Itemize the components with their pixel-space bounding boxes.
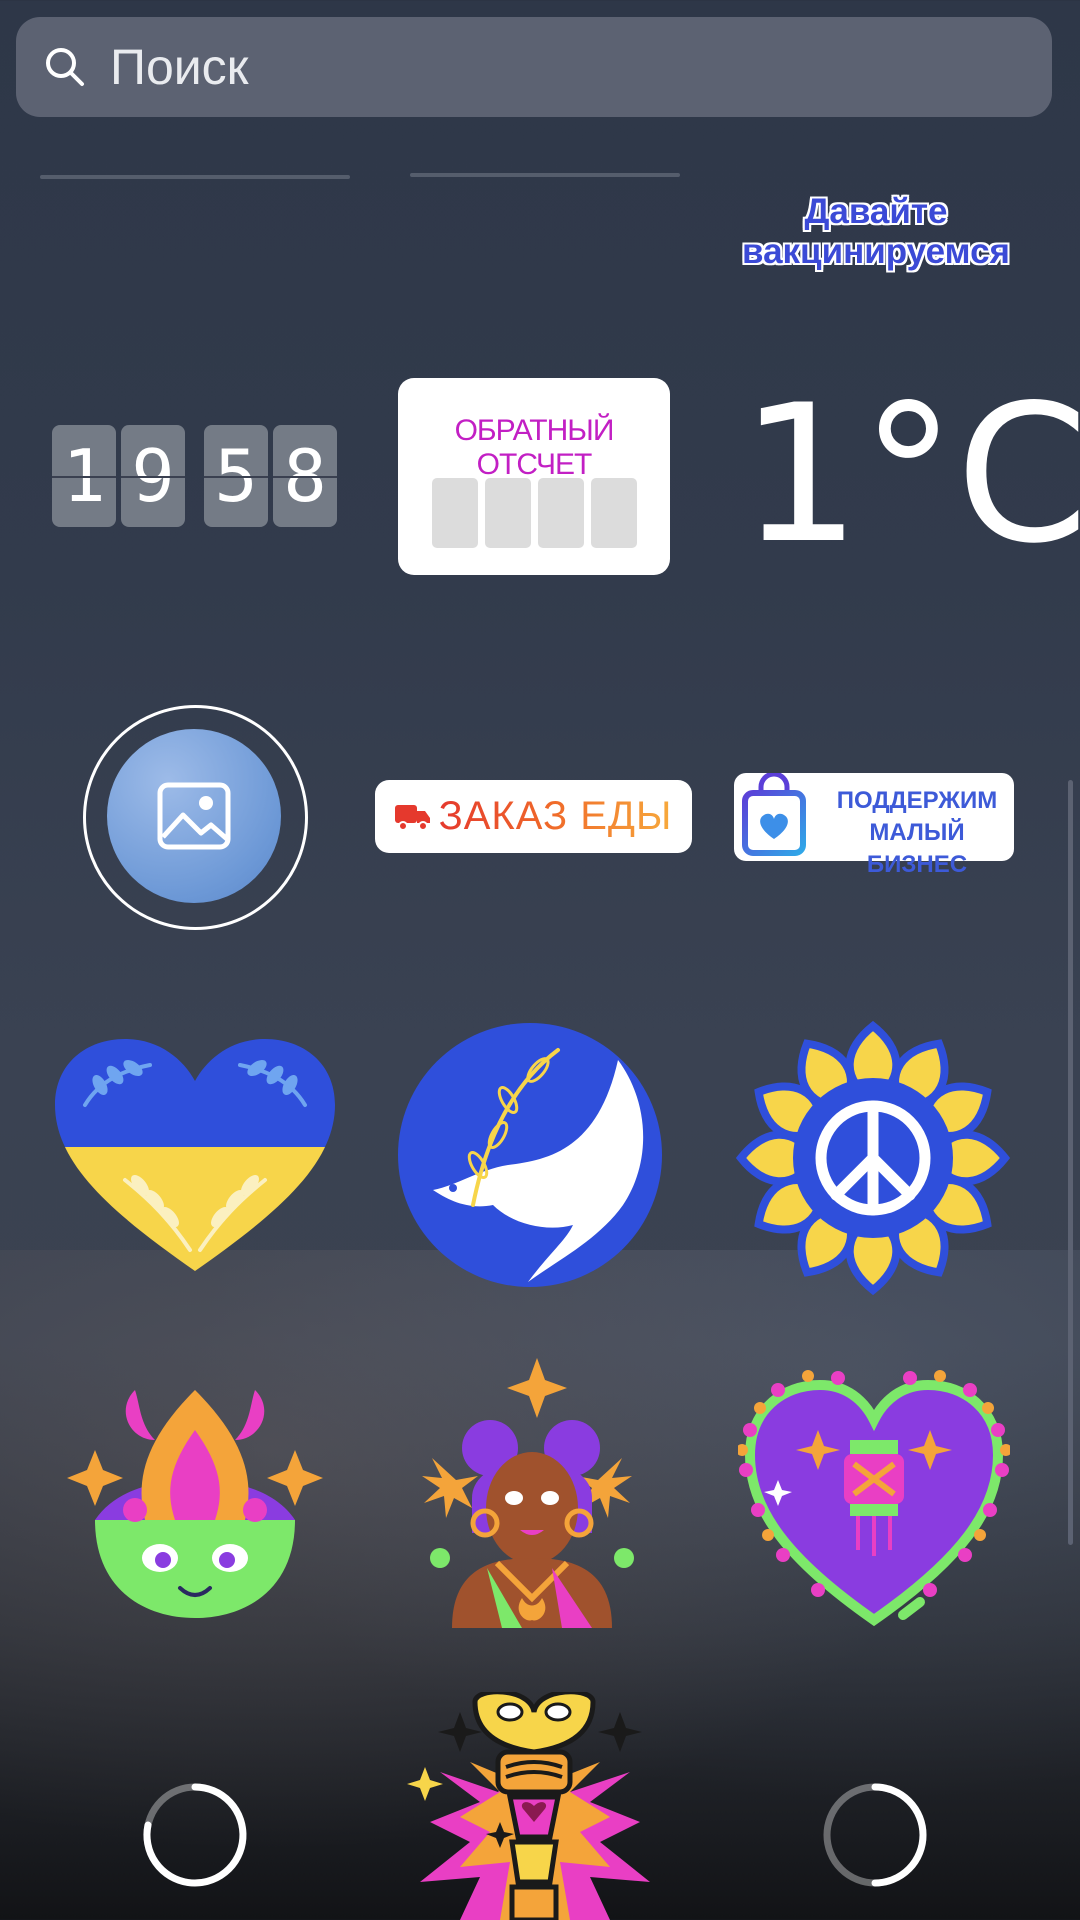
countdown-sticker[interactable]: ОБРАТНЫЙ ОТСЧЕТ	[398, 378, 670, 575]
scrollbar[interactable]	[1068, 780, 1073, 1545]
search-bar[interactable]: Поиск	[16, 17, 1052, 117]
flip-clock-sticker[interactable]: 1 9 5 8	[52, 425, 342, 527]
small-business-sticker[interactable]: ПОДДЕРЖИМ МАЛЫЙ БИЗНЕС	[734, 773, 1014, 878]
diwali-woman-icon[interactable]	[412, 1358, 652, 1633]
partial-sticker-edge	[410, 173, 680, 177]
photo-sticker[interactable]	[107, 729, 281, 903]
search-input[interactable]: Поиск	[110, 38, 249, 96]
diwali-flame-icon[interactable]	[55, 1370, 335, 1620]
loading-spinner	[143, 1783, 247, 1887]
countdown-boxes	[432, 478, 644, 548]
search-icon	[46, 48, 84, 86]
clock-digit: 1	[52, 425, 116, 527]
peace-flower-icon[interactable]	[735, 1020, 1011, 1296]
clock-digit: 5	[204, 425, 268, 527]
vaccine-sticker[interactable]: Давайте вакцинируемся	[716, 192, 1036, 272]
dove-icon[interactable]	[398, 1020, 673, 1295]
small-business-text: ПОДДЕРЖИМ МАЛЫЙ БИЗНЕС	[836, 787, 998, 878]
shopping-bag-icon	[742, 773, 806, 856]
diwali-lantern-heart-icon[interactable]	[738, 1370, 1010, 1630]
temperature-sticker[interactable]: 1°C	[740, 375, 1080, 575]
totem-icon[interactable]	[400, 1692, 668, 1920]
food-order-label: ЗАКАЗ ЕДЫ	[438, 794, 673, 838]
countdown-title: ОБРАТНЫЙ ОТСЧЕТ	[454, 414, 615, 481]
food-order-sticker[interactable]: ЗАКАЗ ЕДЫ	[375, 780, 692, 853]
loading-spinner	[823, 1783, 927, 1887]
partial-sticker-edge	[40, 175, 350, 179]
clock-digit: 8	[273, 425, 337, 527]
delivery-truck-icon	[394, 804, 430, 831]
photo-icon	[157, 782, 231, 850]
clock-digit: 9	[121, 425, 185, 527]
ukraine-heart-icon[interactable]	[55, 1035, 335, 1275]
